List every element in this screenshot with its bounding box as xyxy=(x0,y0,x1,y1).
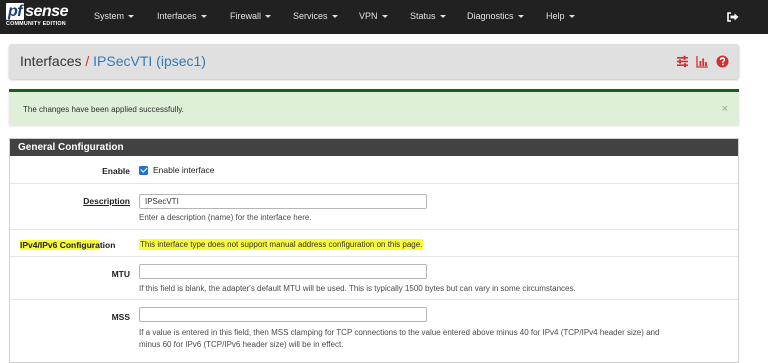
nav-services-label: Services xyxy=(293,11,328,21)
general-configuration-panel: General Configuration Enable Enable inte… xyxy=(9,138,739,363)
nav-system[interactable]: System xyxy=(94,11,135,21)
pfsense-logo[interactable]: pf sense COMMUNITY EDITION xyxy=(6,3,72,31)
bar-chart-icon[interactable] xyxy=(696,55,709,68)
mtu-label: MTU xyxy=(111,269,130,279)
sliders-icon[interactable] xyxy=(676,55,689,68)
nav-vpn-label: VPN xyxy=(359,11,378,21)
mss-input[interactable] xyxy=(139,307,427,322)
nav-services[interactable]: Services xyxy=(293,11,338,21)
ipconfig-unsupported-message: This interface type does not support man… xyxy=(139,239,424,250)
nav-help[interactable]: Help xyxy=(546,11,575,21)
nav-firewall[interactable]: Firewall xyxy=(230,11,272,21)
caret-down-icon xyxy=(200,15,207,18)
logo-subtitle: COMMUNITY EDITION xyxy=(6,21,66,27)
ipconfig-label-highlighted: IPv4/IPv6 Configura xyxy=(20,240,100,250)
nav-diagnostics-label: Diagnostics xyxy=(467,11,514,21)
close-icon[interactable]: × xyxy=(722,103,728,115)
breadcrumb-separator: / xyxy=(85,53,90,69)
caret-down-icon xyxy=(128,15,135,18)
enable-row: Enable Enable interface xyxy=(10,157,738,184)
description-help: Enter a description (name) for the inter… xyxy=(139,213,312,222)
mtu-help: If this field is blank, the adapter's de… xyxy=(139,284,576,293)
nav-firewall-label: Firewall xyxy=(230,11,262,21)
nav-interfaces[interactable]: Interfaces xyxy=(157,11,207,21)
panel-title: General Configuration xyxy=(10,139,738,156)
nav-system-label: System xyxy=(94,11,125,21)
description-row: Description Enter a description (name) f… xyxy=(10,185,738,230)
nav-diagnostics[interactable]: Diagnostics xyxy=(467,11,524,21)
nav-interfaces-label: Interfaces xyxy=(157,11,197,21)
caret-down-icon xyxy=(381,15,388,18)
success-alert: The changes have been applied successful… xyxy=(9,89,739,125)
nav-status-label: Status xyxy=(410,11,436,21)
mss-row: MSS If a value is entered in this field,… xyxy=(10,301,738,353)
alert-message: The changes have been applied successful… xyxy=(23,105,184,114)
description-input[interactable] xyxy=(139,194,427,209)
nav-help-label: Help xyxy=(546,11,565,21)
enable-interface-checkbox[interactable]: Enable interface xyxy=(139,165,728,175)
mtu-input[interactable] xyxy=(139,264,427,279)
caret-down-icon xyxy=(439,15,446,18)
caret-down-icon xyxy=(517,15,524,18)
caret-down-icon xyxy=(265,15,272,18)
mtu-row: MTU If this field is blank, the adapter'… xyxy=(10,258,738,300)
logo-sense: sense xyxy=(25,3,68,20)
caret-down-icon xyxy=(331,15,338,18)
ipconfig-label-rest: tion xyxy=(99,240,116,250)
breadcrumb-current-interface[interactable]: IPSecVTI (ipsec1) xyxy=(93,53,206,69)
mss-label: MSS xyxy=(111,312,130,322)
ipv4-ipv6-configuration-row: IPv4/IPv6 Configuration This interface t… xyxy=(10,231,738,257)
page-title: Interfaces / IPSecVTI (ipsec1) xyxy=(20,53,206,69)
breadcrumb-interfaces: Interfaces xyxy=(20,53,82,69)
logo-pf: pf xyxy=(6,3,25,20)
caret-down-icon xyxy=(568,15,575,18)
top-navbar: pf sense COMMUNITY EDITION System Interfa… xyxy=(0,0,768,34)
nav-vpn[interactable]: VPN xyxy=(359,11,388,21)
enable-label: Enable xyxy=(102,166,130,176)
question-circle-icon[interactable] xyxy=(716,55,729,68)
breadcrumb: Interfaces / IPSecVTI (ipsec1) xyxy=(9,44,739,79)
logo-wordmark: pf sense xyxy=(6,3,72,20)
sign-out-icon[interactable] xyxy=(726,10,740,24)
description-label: Description xyxy=(83,196,130,206)
mss-help-line2: minus 60 for IPv6 (TCP/IPv6 header size)… xyxy=(139,340,344,349)
nav-status[interactable]: Status xyxy=(410,11,446,21)
mss-help-line1: If a value is entered in this field, the… xyxy=(139,328,660,337)
checkbox-checked-icon[interactable] xyxy=(139,165,148,175)
enable-checkbox-label: Enable interface xyxy=(153,165,215,175)
ipv4-ipv6-configuration-label: IPv4/IPv6 Configuration xyxy=(20,240,115,250)
